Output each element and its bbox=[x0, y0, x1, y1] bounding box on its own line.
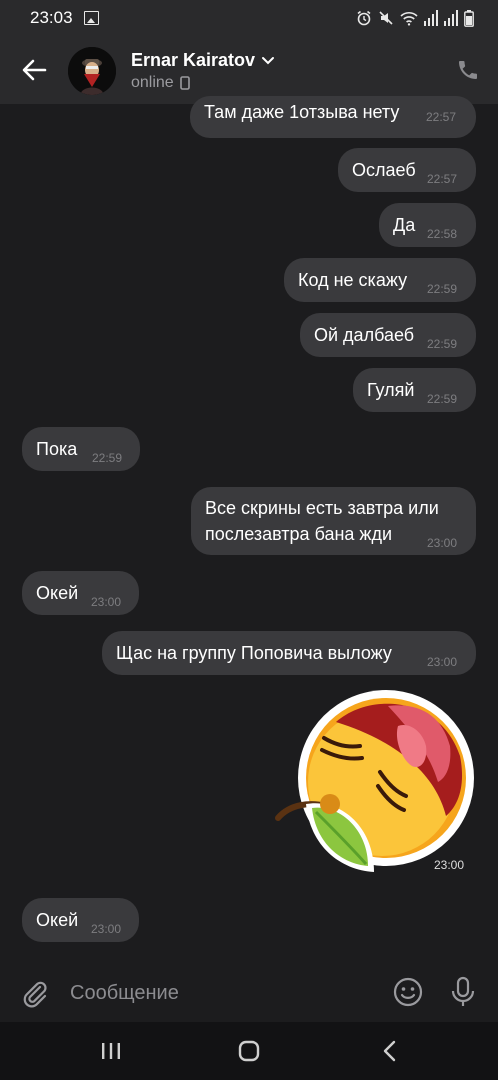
avatar[interactable] bbox=[68, 47, 116, 95]
message-text: Ой далбаеб bbox=[314, 325, 415, 345]
message-time: 22:57 bbox=[427, 172, 458, 186]
message-time: 23:00 bbox=[91, 595, 122, 609]
back-icon[interactable] bbox=[380, 1040, 400, 1062]
message-time: 23:00 bbox=[427, 536, 458, 550]
message-bubble-outgoing[interactable]: Там даже 1отзыва нету 22:57 bbox=[190, 96, 476, 138]
message-bubble-outgoing[interactable]: Все скрины есть завтра или послезавтра б… bbox=[191, 487, 476, 555]
status-bar: 23:03 bbox=[0, 0, 498, 38]
wifi-icon bbox=[400, 12, 418, 26]
message-text: Гуляй bbox=[367, 380, 415, 400]
message-text-line-2: послезавтра бана жди bbox=[205, 524, 393, 544]
paperclip-icon[interactable] bbox=[20, 978, 50, 1008]
message-text: Да bbox=[393, 215, 416, 235]
contact-status: online bbox=[131, 74, 174, 91]
message-time: 22:59 bbox=[92, 451, 123, 465]
status-time: 23:03 bbox=[30, 8, 73, 27]
message-bubble-incoming[interactable]: Пока 22:59 bbox=[22, 427, 140, 471]
message-time: 22:57 bbox=[426, 110, 457, 124]
message-text: Там даже 1отзыва нету bbox=[204, 102, 400, 122]
battery-icon bbox=[464, 9, 474, 27]
home-icon[interactable] bbox=[238, 1040, 260, 1062]
contact-name-row[interactable]: Ernar Kairatov bbox=[131, 50, 275, 71]
message-bubble-outgoing[interactable]: Ой далбаеб 22:59 bbox=[300, 313, 476, 357]
system-nav-bar bbox=[0, 1022, 498, 1080]
message-time: 22:59 bbox=[427, 282, 458, 296]
chat-header: Ernar Kairatov online bbox=[0, 38, 498, 104]
message-time: 23:00 bbox=[427, 655, 458, 669]
message-bubble-outgoing[interactable]: Ослаеб 22:57 bbox=[338, 148, 476, 192]
signal-icon bbox=[444, 10, 458, 26]
contact-status-row: online bbox=[131, 74, 190, 92]
message-text: Пока bbox=[36, 439, 78, 459]
avatar-image bbox=[68, 47, 116, 95]
message-list[interactable]: Там даже 1отзыва нету 22:57 Ослаеб 22:57… bbox=[0, 96, 498, 964]
phone-call-icon[interactable] bbox=[456, 58, 480, 82]
message-bubble-outgoing[interactable]: Код не скажу 22:59 bbox=[284, 258, 476, 302]
message-bubble-incoming[interactable]: Окей 23:00 bbox=[22, 898, 139, 942]
recents-icon[interactable] bbox=[100, 1042, 122, 1060]
contact-name: Ernar Kairatov bbox=[131, 50, 256, 70]
microphone-icon[interactable] bbox=[450, 976, 476, 1008]
message-text: Ослаеб bbox=[352, 160, 416, 180]
alarm-icon bbox=[357, 10, 371, 26]
message-time: 23:00 bbox=[91, 922, 122, 936]
message-time: 22:59 bbox=[427, 337, 458, 351]
message-time: 22:59 bbox=[427, 392, 458, 406]
message-bubble-outgoing[interactable]: Да 22:58 bbox=[379, 203, 476, 247]
message-text: Окей bbox=[36, 583, 79, 603]
emoji-icon[interactable] bbox=[392, 976, 424, 1008]
gallery-icon bbox=[84, 11, 99, 25]
message-bubble-outgoing[interactable]: Щас на группу Поповича выложу 23:00 bbox=[102, 631, 476, 675]
back-arrow-icon[interactable] bbox=[20, 56, 48, 84]
message-text: Окей bbox=[36, 910, 79, 930]
phone-device-icon bbox=[179, 76, 190, 90]
sticker-time: 23:00 bbox=[434, 858, 465, 872]
message-input[interactable] bbox=[70, 978, 370, 1008]
message-time: 22:58 bbox=[427, 227, 458, 241]
message-bubble-incoming[interactable]: Окей 23:00 bbox=[22, 571, 139, 615]
signal-icon bbox=[424, 10, 438, 26]
message-text-line-1: Все скрины есть завтра или bbox=[205, 498, 439, 518]
message-bubble-outgoing[interactable]: Гуляй 22:59 bbox=[353, 368, 476, 412]
chevron-down-icon bbox=[262, 56, 275, 64]
mute-icon bbox=[379, 11, 393, 25]
status-icons bbox=[356, 9, 474, 27]
message-text: Щас на группу Поповича выложу bbox=[116, 643, 392, 663]
message-text: Код не скажу bbox=[298, 270, 408, 290]
sleepy-peach-sticker[interactable] bbox=[270, 686, 478, 886]
compose-bar bbox=[0, 964, 498, 1022]
